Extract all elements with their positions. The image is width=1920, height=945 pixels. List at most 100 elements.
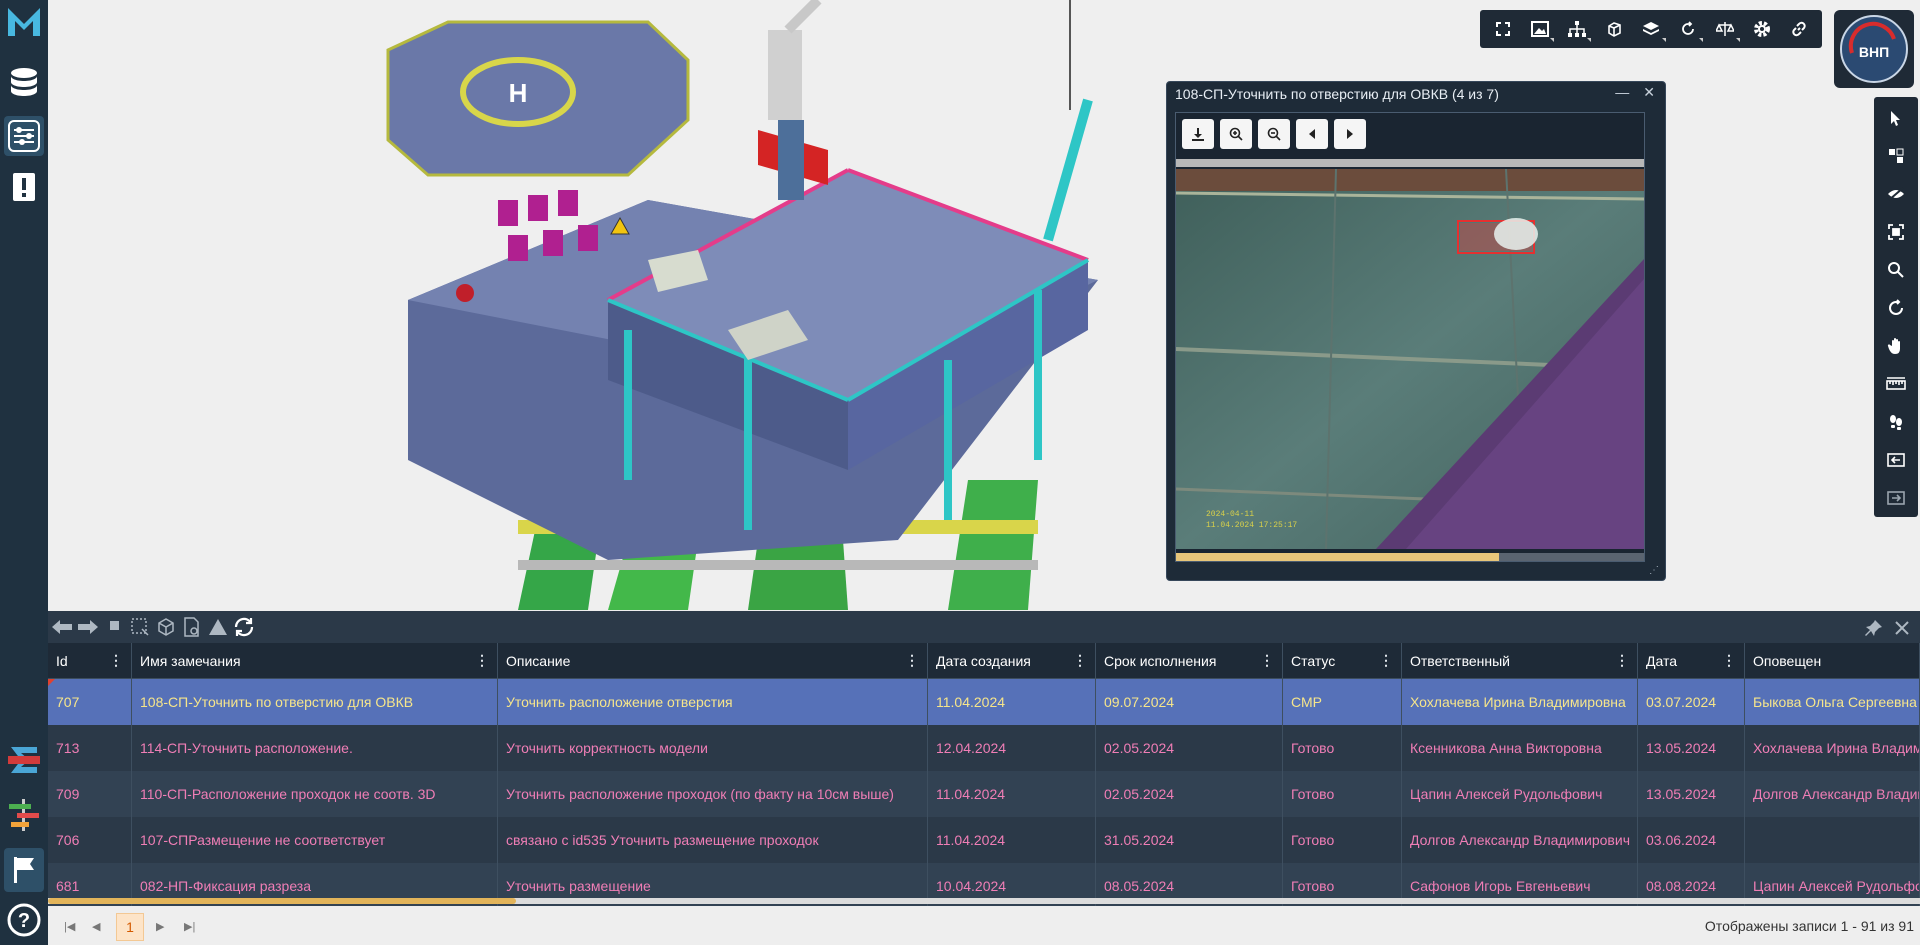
- column-menu-icon[interactable]: ⋮: [1073, 652, 1087, 669]
- forward-arrow-icon[interactable]: [76, 614, 100, 640]
- prev-page-icon[interactable]: ◀: [92, 920, 100, 933]
- table-cell: Готово: [1283, 817, 1402, 863]
- column-header-label: Срок исполнения: [1104, 653, 1217, 669]
- column-header-label: Id: [56, 653, 68, 669]
- column-header[interactable]: Дата создания ⋮: [928, 643, 1096, 679]
- horizontal-scrollbar[interactable]: [48, 898, 1920, 904]
- layers-icon[interactable]: [1634, 13, 1667, 45]
- zoom-in-icon[interactable]: [1220, 119, 1252, 149]
- current-page[interactable]: 1: [116, 913, 144, 941]
- pan-hand-icon[interactable]: [1880, 331, 1912, 361]
- column-menu-icon[interactable]: ⋮: [1379, 652, 1393, 669]
- refresh-icon[interactable]: [232, 614, 256, 640]
- column-header[interactable]: Имя замечания ⋮: [132, 643, 498, 679]
- flag-icon[interactable]: [4, 848, 44, 892]
- column-menu-icon[interactable]: ⋮: [109, 652, 123, 669]
- table-cell: Уточнить расположение проходок (по факту…: [498, 771, 928, 817]
- next-page-icon[interactable]: ▶: [156, 920, 164, 933]
- column-header-label: Описание: [506, 653, 571, 669]
- resize-grip-icon[interactable]: ⋰: [1649, 565, 1659, 576]
- column-menu-icon[interactable]: ⋮: [1260, 652, 1274, 669]
- select-box-icon[interactable]: [1880, 141, 1912, 171]
- help-icon[interactable]: ?: [4, 900, 44, 940]
- records-info: Отображены записи 1 - 91 из 91: [1704, 918, 1914, 934]
- issues-grid-panel: Id ⋮ Имя замечания ⋮ Описание ⋮ Дата создания ⋮…: [48, 611, 1920, 945]
- close-icon[interactable]: ✕: [1643, 84, 1655, 101]
- link-icon[interactable]: [1783, 13, 1816, 45]
- download-icon[interactable]: [1182, 119, 1214, 149]
- column-menu-icon[interactable]: ⋮: [475, 652, 489, 669]
- search-zoom-icon[interactable]: [1880, 255, 1912, 285]
- model-cube-icon[interactable]: [154, 614, 178, 640]
- table-cell: [1745, 817, 1920, 863]
- fit-view-icon[interactable]: [1880, 217, 1912, 247]
- table-cell: Уточнить корректность модели: [498, 725, 928, 771]
- column-header[interactable]: Ответственный ⋮: [1402, 643, 1638, 679]
- table-row[interactable]: 706 107-СПРазмещение не соответствует связ…: [48, 817, 1920, 863]
- issues-book-icon[interactable]: [4, 168, 44, 208]
- column-menu-icon[interactable]: ⋮: [905, 652, 919, 669]
- hide-icon[interactable]: [1880, 179, 1912, 209]
- back-arrow-icon[interactable]: [50, 614, 74, 640]
- column-header[interactable]: Id ⋮: [48, 643, 132, 679]
- gantt-icon[interactable]: [4, 795, 44, 835]
- zoom-out-icon[interactable]: [1258, 119, 1290, 149]
- column-header-label: Статус: [1291, 653, 1336, 669]
- app-logo-m-icon[interactable]: [4, 2, 44, 42]
- column-header-label: Дата: [1646, 653, 1678, 669]
- walk-icon[interactable]: [1880, 407, 1912, 437]
- cube-icon[interactable]: [1597, 13, 1630, 45]
- measure-icon[interactable]: [1880, 369, 1912, 399]
- table-cell: 713: [48, 725, 132, 771]
- hierarchy-icon[interactable]: [1560, 13, 1593, 45]
- table-cell: Быкова Ольга Сергеевна: [1745, 679, 1920, 725]
- select-area-icon[interactable]: [128, 614, 152, 640]
- column-header[interactable]: Описание ⋮: [498, 643, 928, 679]
- grid-toolbar: [48, 611, 1920, 643]
- last-page-icon[interactable]: ▶|: [184, 920, 195, 933]
- fullscreen-icon[interactable]: [1486, 13, 1519, 45]
- column-header[interactable]: Дата ⋮: [1638, 643, 1745, 679]
- first-page-icon[interactable]: |◀: [64, 920, 75, 933]
- photo-stamp-line1: 2024-04-11: [1206, 510, 1254, 519]
- column-menu-icon[interactable]: ⋮: [1615, 652, 1629, 669]
- grid-body: 707 108-СП-Уточнить по отверстию для ОВКВ…: [48, 679, 1920, 911]
- database-icon[interactable]: [4, 64, 44, 104]
- section-out-icon[interactable]: [1880, 483, 1912, 513]
- table-cell: 11.04.2024: [928, 679, 1096, 725]
- orbit-icon[interactable]: [1880, 293, 1912, 323]
- section-in-icon[interactable]: [1880, 445, 1912, 475]
- column-header[interactable]: Срок исполнения ⋮: [1096, 643, 1283, 679]
- warning-triangle-icon[interactable]: [206, 614, 230, 640]
- pin-icon[interactable]: [1862, 615, 1886, 641]
- table-row[interactable]: 707 108-СП-Уточнить по отверстию для ОВКВ…: [48, 679, 1920, 725]
- table-row[interactable]: 709 110-СП-Расположение проходок не соотв…: [48, 771, 1920, 817]
- site-photo: 2024-04-11 11.04.2024 17:25:17: [1176, 169, 1644, 549]
- rotate-icon[interactable]: [1672, 13, 1705, 45]
- svg-text:ВНП: ВНП: [1859, 44, 1889, 60]
- table-cell: Готово: [1283, 725, 1402, 771]
- table-row[interactable]: 713 114-СП-Уточнить расположение. Уточнить…: [48, 725, 1920, 771]
- table-cell: 03.06.2024: [1638, 817, 1745, 863]
- column-header-label: Имя замечания: [140, 653, 241, 669]
- image-icon[interactable]: [1523, 13, 1556, 45]
- table-cell: Ксенникова Анна Викторовна: [1402, 725, 1638, 771]
- minimize-icon[interactable]: —: [1615, 84, 1629, 101]
- prev-image-icon[interactable]: [1296, 119, 1328, 149]
- column-header[interactable]: Статус ⋮: [1283, 643, 1402, 679]
- column-menu-icon[interactable]: ⋮: [1722, 652, 1736, 669]
- photo-viewer-window[interactable]: 108-СП-Уточнить по отверстию для ОВКВ (4…: [1166, 81, 1666, 581]
- document-settings-icon[interactable]: [180, 614, 204, 640]
- select-cursor-icon[interactable]: [1880, 103, 1912, 133]
- select-square-icon[interactable]: [102, 614, 126, 640]
- photo-viewer-title: 108-СП-Уточнить по отверстию для ОВКВ (4…: [1175, 86, 1499, 102]
- close-panel-icon[interactable]: [1890, 615, 1914, 641]
- filter-sliders-icon[interactable]: [4, 116, 44, 156]
- settings-icon[interactable]: [1746, 13, 1779, 45]
- photo-progress-bar: [1176, 553, 1644, 561]
- column-header[interactable]: Оповещен: [1745, 643, 1920, 679]
- table-cell: 13.05.2024: [1638, 771, 1745, 817]
- next-image-icon[interactable]: [1334, 119, 1366, 149]
- scales-icon[interactable]: [1709, 13, 1742, 45]
- sigma-layers-icon[interactable]: [4, 740, 44, 780]
